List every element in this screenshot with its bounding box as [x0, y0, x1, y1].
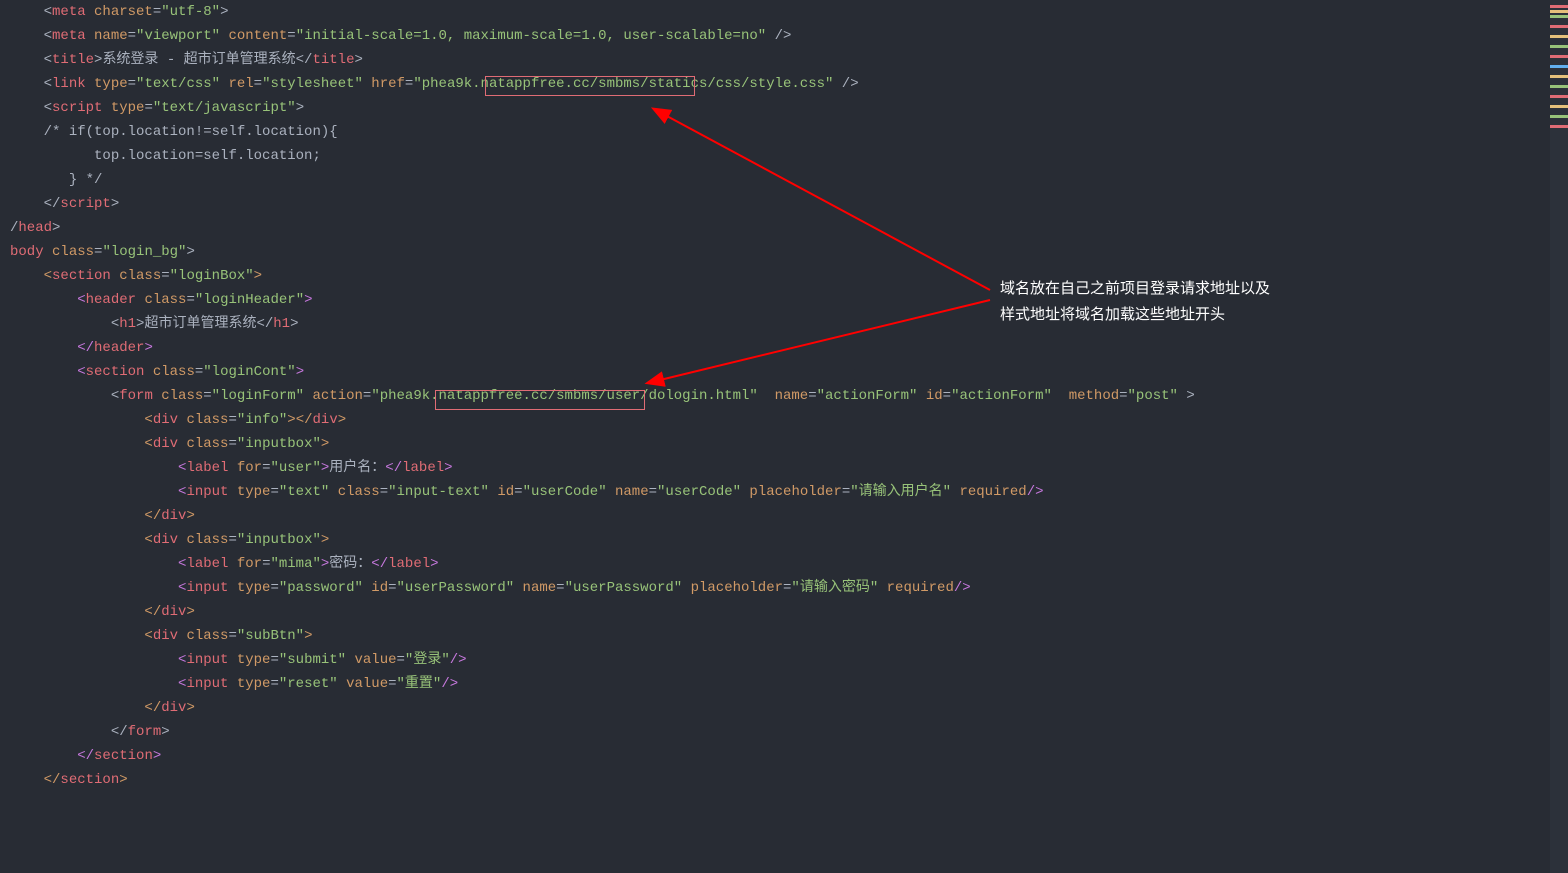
minimap-marker [1550, 15, 1568, 18]
minimap-marker [1550, 65, 1568, 68]
minimap-marker [1550, 35, 1568, 38]
code-line: top.location=self.location; [10, 144, 1568, 168]
minimap-marker [1550, 115, 1568, 118]
code-line: </div> [10, 696, 1568, 720]
code-line: /* if(top.location!=self.location){ [10, 120, 1568, 144]
code-line: <h1>超市订单管理系统</h1> [10, 312, 1568, 336]
code-line: </section> [10, 768, 1568, 792]
code-line: <input type="password" id="userPassword"… [10, 576, 1568, 600]
code-line: <div class="subBtn"> [10, 624, 1568, 648]
code-line: <input type="text" class="input-text" id… [10, 480, 1568, 504]
code-line: </div> [10, 504, 1568, 528]
code-line: </div> [10, 600, 1568, 624]
code-line: <label for="mima">密码：</label> [10, 552, 1568, 576]
code-line: } */ [10, 168, 1568, 192]
code-line: <input type="reset" value="重置"/> [10, 672, 1568, 696]
h1-text: 超市订单管理系统 [144, 316, 256, 332]
minimap-marker [1550, 55, 1568, 58]
code-line: <meta charset="utf-8"> [10, 0, 1568, 24]
label-text: 用户名： [329, 460, 385, 476]
code-line: <title>系统登录 - 超市订单管理系统</title> [10, 48, 1568, 72]
minimap-marker [1550, 95, 1568, 98]
minimap-marker [1550, 85, 1568, 88]
minimap[interactable] [1550, 0, 1568, 873]
code-line: <header class="loginHeader"> [10, 288, 1568, 312]
code-line: </script> [10, 192, 1568, 216]
attr-name: charset [86, 4, 153, 20]
annotation-text: 域名放在自己之前项目登录请求地址以及 样式地址将域名加载这些地址开头 [1000, 276, 1300, 328]
minimap-marker [1550, 125, 1568, 128]
highlighted-domain-1: phea9k.natappfree.cc [422, 76, 590, 92]
annotation-line1: 域名放在自己之前项目登录请求地址以及 [1000, 276, 1300, 302]
code-line: <meta name="viewport" content="initial-s… [10, 24, 1568, 48]
code-line: <label for="user">用户名：</label> [10, 456, 1568, 480]
minimap-marker [1550, 45, 1568, 48]
code-line: <script type="text/javascript"> [10, 96, 1568, 120]
minimap-marker [1550, 5, 1568, 8]
code-line: <link type="text/css" rel="stylesheet" h… [10, 72, 1568, 96]
code-line: </form> [10, 720, 1568, 744]
minimap-marker [1550, 25, 1568, 28]
title-text: 系统登录 - 超市订单管理系统 [102, 52, 295, 68]
code-line: <div class="inputbox"> [10, 432, 1568, 456]
code-line: <div class="info"></div> [10, 408, 1568, 432]
code-line: </section> [10, 744, 1568, 768]
code-line: <form class="loginForm" action="phea9k.n… [10, 384, 1568, 408]
tag-name: meta [52, 4, 86, 20]
angle-bracket: < [44, 4, 52, 20]
code-line: </header> [10, 336, 1568, 360]
code-line: <section class="loginCont"> [10, 360, 1568, 384]
code-line: <input type="submit" value="登录"/> [10, 648, 1568, 672]
label-text: 密码： [329, 556, 371, 572]
highlighted-domain-2: phea9k.natappfree.cc [380, 388, 548, 404]
annotation-line2: 样式地址将域名加载这些地址开头 [1000, 302, 1300, 328]
minimap-marker [1550, 75, 1568, 78]
code-line: /head> [10, 216, 1568, 240]
code-line: <section class="loginBox"> [10, 264, 1568, 288]
attr-value: "utf-8" [161, 4, 220, 20]
minimap-marker [1550, 105, 1568, 108]
code-editor-area: <meta charset="utf-8"> <meta name="viewp… [0, 0, 1568, 792]
minimap-marker [1550, 10, 1568, 13]
code-line: body class="login_bg"> [10, 240, 1568, 264]
code-line: <div class="inputbox"> [10, 528, 1568, 552]
comment-text: /* if(top.location!=self.location){ [44, 124, 338, 140]
